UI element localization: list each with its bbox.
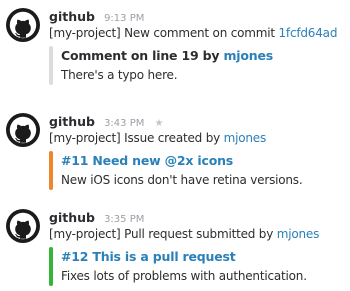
user-link[interactable]: mjones [224, 131, 267, 145]
star-icon[interactable]: ★ [154, 118, 163, 129]
timestamp[interactable]: 3:35 PM [104, 214, 144, 225]
message-feed: github 9:13 PM [my-project] New comment … [0, 0, 350, 291]
attachment-color-bar [49, 46, 53, 85]
message-text: [my-project] New comment on commit 1fcfd… [49, 25, 349, 42]
attachment: #11 Need new @2x icons New iOS icons don… [49, 151, 349, 190]
commit-link[interactable]: 1fcfd64ad [279, 26, 338, 40]
attachment: #12 This is a pull request Fixes lots of… [49, 247, 349, 286]
message-text-prefix: [my-project] Pull request submitted by [49, 227, 277, 241]
message-text: [my-project] Issue created by mjones [49, 130, 349, 147]
pull-request-title-link[interactable]: #12 This is a pull request [61, 247, 349, 267]
author-name[interactable]: github [49, 210, 95, 225]
author-name[interactable]: github [49, 114, 95, 129]
attachment: Comment on line 19 by mjones There's a t… [49, 46, 349, 85]
message-text-prefix: [my-project] New comment on commit [49, 26, 279, 40]
attachment-text: Fixes lots of problems with authenticati… [61, 269, 307, 283]
author-name[interactable]: github [49, 9, 95, 24]
attachment-title: Comment on line 19 by mjones [61, 46, 349, 66]
message-text-prefix: [my-project] Issue created by [49, 131, 224, 145]
github-octocat-icon[interactable] [5, 112, 41, 148]
attachment-color-bar [49, 247, 53, 286]
issue-title-link[interactable]: #11 Need new @2x icons [61, 151, 349, 171]
user-link[interactable]: mjones [277, 227, 320, 241]
attachment-title-prefix: Comment on line 19 by [61, 48, 224, 63]
attachment-color-bar [49, 151, 53, 190]
github-octocat-icon[interactable] [5, 7, 41, 43]
attachment-text: There's a typo here. [61, 68, 178, 82]
github-octocat-icon[interactable] [5, 208, 41, 244]
attachment-text: New iOS icons don't have retina versions… [61, 173, 303, 187]
user-link[interactable]: mjones [223, 48, 273, 63]
timestamp[interactable]: 9:13 PM [104, 13, 144, 24]
timestamp[interactable]: 3:43 PM [104, 118, 144, 129]
message-text: [my-project] Pull request submitted by m… [49, 226, 349, 243]
